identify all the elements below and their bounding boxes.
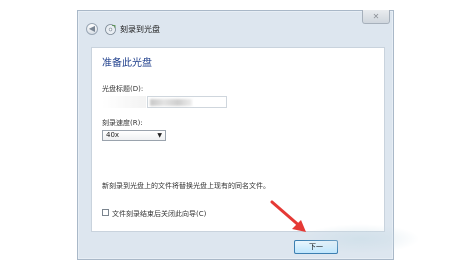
title-bar: ◀ 刻录到光盘 ✕	[78, 10, 393, 47]
burn-speed-value: 40x	[106, 131, 120, 139]
back-arrow-icon: ◀	[88, 24, 96, 33]
close-icon: ✕	[372, 12, 380, 21]
wizard-content-panel: 准备此光盘 光盘标题(D): 刻录速度(R): 40x ▼ 新刻录到光盘上的文件…	[91, 47, 385, 232]
disc-title-value-obscured	[150, 99, 192, 106]
back-button[interactable]: ◀	[86, 23, 98, 35]
disc-title-input[interactable]	[147, 96, 227, 108]
watermark-glow	[300, 224, 420, 254]
page-heading: 准备此光盘	[102, 58, 152, 69]
disc-title-label: 光盘标题(D):	[102, 85, 144, 93]
close-wizard-checkbox-label[interactable]: 文件刻录结束后关闭此向导(C)	[112, 209, 206, 219]
close-wizard-checkbox[interactable]	[102, 209, 109, 216]
burn-disc-wizard-window: ◀ 刻录到光盘 ✕ 准备此光盘 光盘标题(D): 刻录速度(R): 40x ▼ …	[77, 10, 394, 260]
replace-files-info-text: 新刻录到光盘上的文件将替换光盘上现有的同名文件。	[102, 182, 270, 190]
dropdown-arrow-icon: ▼	[157, 132, 162, 139]
window-title: 刻录到光盘	[120, 25, 160, 34]
burn-speed-label: 刻录速度(R):	[102, 119, 143, 127]
close-button[interactable]: ✕	[362, 10, 390, 24]
disc-title-input-blurred-area	[102, 96, 146, 108]
burn-speed-select[interactable]: 40x ▼	[102, 130, 166, 141]
disc-burn-icon	[105, 24, 116, 35]
